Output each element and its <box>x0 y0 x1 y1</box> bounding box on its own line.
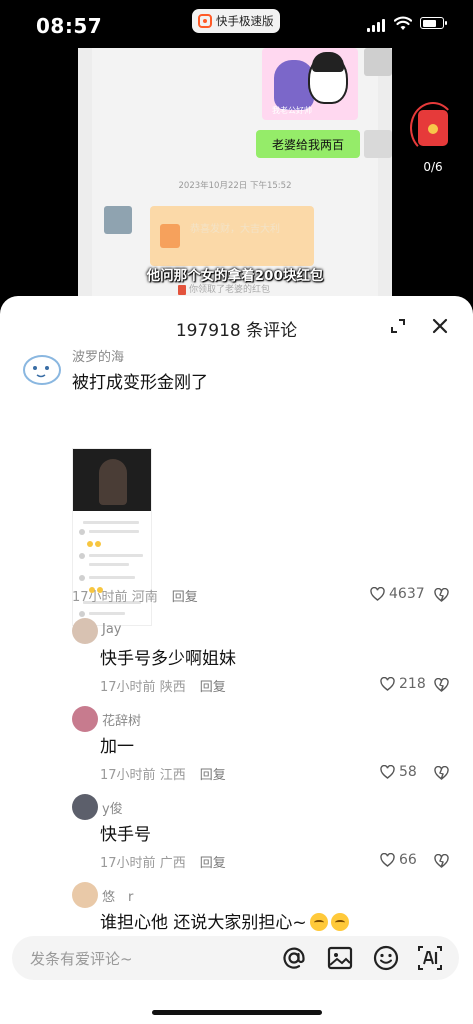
red-packet-icon <box>160 224 180 248</box>
app-badge-label: 快手极速版 <box>216 14 274 28</box>
dislike-icon[interactable] <box>434 588 449 602</box>
like-count: 58 <box>399 764 417 780</box>
red-packet-message: 恭喜发财，大吉大利 <box>150 206 314 266</box>
emoji-icon[interactable] <box>372 944 400 972</box>
heart-icon <box>380 765 395 779</box>
comment-meta: 17小时前 江西 回复 <box>100 764 226 783</box>
close-icon[interactable] <box>432 318 448 334</box>
avatar <box>364 130 392 158</box>
red-envelope-icon <box>418 110 448 146</box>
app-badge[interactable]: 快手极速版 <box>192 9 280 33</box>
comment-text: 被打成变形金刚了 <box>72 373 208 393</box>
comment-text: 加一 <box>100 737 134 757</box>
avatar <box>364 48 392 76</box>
comment-text: 快手号多少啊姐妹 <box>100 649 236 669</box>
like-button[interactable]: 218 <box>380 676 426 692</box>
like-button[interactable]: 58 <box>380 764 417 780</box>
dislike-icon[interactable] <box>434 766 449 780</box>
avatar <box>104 206 132 234</box>
like-button[interactable]: 4637 <box>370 586 425 602</box>
comment-location: 河南 <box>131 590 158 605</box>
reward-count: 0/6 <box>423 160 443 174</box>
expand-icon[interactable] <box>390 318 406 334</box>
dislike-icon[interactable] <box>434 854 449 868</box>
reply-button[interactable]: 回复 <box>200 768 226 783</box>
comment-meta: 17小时前 广西 回复 <box>100 852 226 871</box>
dislike-icon[interactable] <box>434 678 449 692</box>
avatar[interactable] <box>72 618 98 644</box>
comment-reply-item: Jay 快手号多少啊姐妹 17小时前 陕西 回复 218 <box>0 616 473 696</box>
video-subtitle: 他问那个女的拿着200块红包 <box>146 268 324 284</box>
red-packet-text: 恭喜发财，大吉大利 <box>190 224 280 235</box>
chat-system-note-text: 你领取了老婆的红包 <box>189 285 271 295</box>
comment-meta: 17小时前 陕西 回复 <box>100 676 226 695</box>
comment-input-bar[interactable]: 发条有爱评论~ <box>12 936 459 980</box>
comment-text: 快手号 <box>100 825 151 845</box>
like-count: 218 <box>399 676 426 692</box>
comment-sheet: 197918 条评论 波罗的海 被打成变形金刚了 17小时前 河南 回复 463… <box>0 296 473 1024</box>
heart-icon <box>380 853 395 867</box>
reply-button[interactable]: 回复 <box>200 856 226 871</box>
comment-username[interactable]: 悠 r <box>102 886 133 905</box>
image-icon[interactable] <box>326 944 354 972</box>
at-icon[interactable] <box>280 944 308 972</box>
comment-username[interactable]: 波罗的海 <box>72 346 124 365</box>
ai-icon[interactable] <box>416 944 444 972</box>
heart-icon <box>370 587 385 601</box>
comment-username[interactable]: Jay <box>102 622 122 637</box>
comment-time: 17小时前 <box>100 680 156 695</box>
comment-text-body: 谁担心他 还说大家别担心~ <box>100 913 307 933</box>
comment-username[interactable]: y俊 <box>102 798 123 817</box>
comment-input-placeholder[interactable]: 发条有爱评论~ <box>30 948 133 969</box>
avatar[interactable] <box>72 706 98 732</box>
kuaishou-logo-icon <box>198 14 212 28</box>
comment-item: 波罗的海 被打成变形金刚了 17小时前 河南 回复 4637 <box>0 346 473 626</box>
reply-button[interactable]: 回复 <box>200 680 226 695</box>
reward-red-packet-button[interactable] <box>418 110 448 150</box>
avatar[interactable] <box>72 794 98 820</box>
chat-bubble: 老婆给我两百 <box>256 130 360 158</box>
comment-location: 广西 <box>159 856 186 871</box>
chat-system-note: 你领取了老婆的红包 <box>178 282 270 295</box>
heart-icon <box>380 677 395 691</box>
red-packet-icon <box>178 284 186 295</box>
comment-username[interactable]: 花辞树 <box>102 710 141 729</box>
status-bar: 08:57 快手极速版 <box>0 0 473 50</box>
reply-button[interactable]: 回复 <box>172 590 198 605</box>
comment-reply-item: 花辞树 加一 17小时前 江西 回复 58 <box>0 704 473 784</box>
battery-icon <box>420 17 447 29</box>
wifi-icon <box>394 16 412 30</box>
comment-reply-item: 悠 r 谁担心他 还说大家别担心~ <box>0 880 473 936</box>
chat-screenshot: 我老公好帅 老婆给我两百 2023年10月22日 下午15:52 恭喜发财，大吉… <box>92 48 392 298</box>
avatar[interactable] <box>22 352 62 388</box>
comment-time: 17小时前 <box>100 856 156 871</box>
comment-meta: 17小时前 河南 回复 <box>72 586 198 605</box>
like-count: 4637 <box>389 586 425 602</box>
comment-location: 陕西 <box>159 680 186 695</box>
laughing-emoji-icon <box>309 913 328 931</box>
video-frame[interactable]: 我老公好帅 老婆给我两百 2023年10月22日 下午15:52 恭喜发财，大吉… <box>78 48 392 298</box>
comment-time: 17小时前 <box>100 768 156 783</box>
avatar[interactable] <box>72 882 98 908</box>
home-indicator[interactable] <box>152 1010 322 1015</box>
comment-text: 谁担心他 还说大家别担心~ <box>100 908 349 933</box>
sticker-image: 我老公好帅 <box>262 48 358 120</box>
comment-reply-item: y俊 快手号 17小时前 广西 回复 66 <box>0 792 473 872</box>
signal-icon <box>367 19 385 32</box>
laughing-emoji-icon <box>330 913 349 931</box>
chat-date: 2023年10月22日 下午15:52 <box>178 181 292 191</box>
comment-location: 江西 <box>159 768 186 783</box>
status-time: 08:57 <box>36 14 103 38</box>
sticker-caption: 我老公好帅 <box>272 106 312 115</box>
comment-time: 17小时前 <box>72 590 128 605</box>
like-button[interactable]: 66 <box>380 852 417 868</box>
like-count: 66 <box>399 852 417 868</box>
